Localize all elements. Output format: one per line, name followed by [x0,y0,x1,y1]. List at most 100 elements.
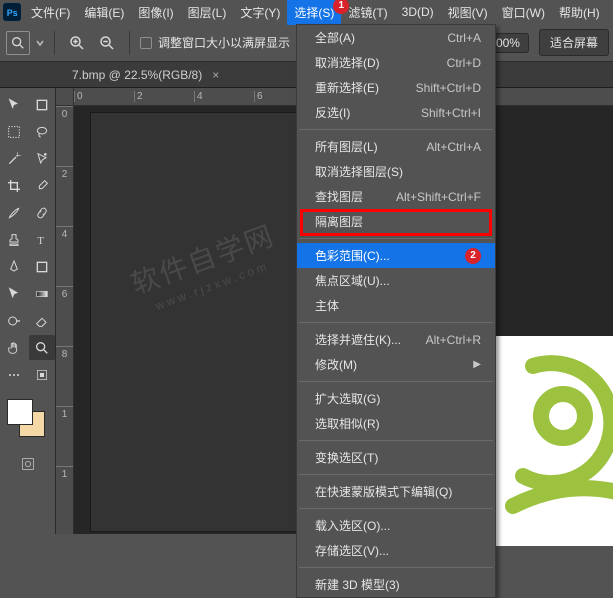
eyedropper-tool-icon[interactable] [29,173,55,198]
menu-item-T[interactable]: 变换选区(T) [297,445,495,470]
ruler-tick: 0 [74,91,134,102]
chevron-down-icon[interactable] [36,38,44,48]
text-tool-icon[interactable]: T [29,227,55,252]
menu-item-3D3[interactable]: 新建 3D 模型(3) [297,572,495,597]
menu-item-label: 在快速蒙版模式下编辑(Q) [315,483,452,500]
toolbox: T [0,88,56,534]
svg-text:Ps: Ps [7,8,18,18]
ruler-tick: 4 [194,91,254,102]
menu-filter[interactable]: 滤镜(T) [341,0,394,25]
menu-item-label: 所有图层(L) [315,138,378,155]
menu-item-label: 隔离图层 [315,213,363,230]
zoom-in-icon[interactable] [65,31,89,55]
lasso-tool-icon[interactable] [29,119,55,144]
hand-tool-icon[interactable] [1,335,27,360]
menu-separator [299,567,493,568]
ruler-vertical: 0 2 4 6 8 1 1 [56,106,74,534]
menu-type[interactable]: 文字(Y) [233,0,287,25]
fit-screen-button[interactable]: 适合屏幕 [539,29,609,56]
menu-image[interactable]: 图像(I) [131,0,180,25]
menu-item-label: 全部(A) [315,29,355,46]
brush-tool-icon[interactable] [1,200,27,225]
document-tab[interactable]: 7.bmp @ 22.5%(RGB/8) × [62,63,229,87]
menu-shortcut: Ctrl+D [447,56,481,70]
menu-item-E[interactable]: 重新选择(E)Shift+Ctrl+D [297,75,495,100]
foreground-color-swatch[interactable] [7,399,33,425]
menu-separator [299,440,493,441]
close-tab-icon[interactable]: × [212,68,219,82]
menu-item-K[interactable]: 选择并遮住(K)...Alt+Ctrl+R [297,327,495,352]
color-swatches[interactable] [5,397,51,443]
menu-3d[interactable]: 3D(D) [395,1,441,23]
menu-shortcut: Shift+Ctrl+D [416,81,481,95]
canvas[interactable] [90,112,320,532]
menu-item-label: 存储选区(V)... [315,542,389,559]
menu-separator [299,508,493,509]
canvas-white-area [493,336,613,546]
select-menu-dropdown: 全部(A)Ctrl+A 取消选择(D) Ctrl+D 重新选择(E)Shift+Ctr… [296,24,496,598]
menu-item-V[interactable]: 存储选区(V)... [297,538,495,563]
menu-separator [299,129,493,130]
menu-edit[interactable]: 编辑(E) [77,0,131,25]
ruler-corner [56,88,74,106]
menu-item-Q[interactable]: 在快速蒙版模式下编辑(Q) [297,479,495,504]
menu-item-I[interactable]: 反选(I)Shift+Ctrl+I [297,100,495,125]
menu-window[interactable]: 窗口(W) [495,0,552,25]
menu-item-A[interactable]: 全部(A)Ctrl+A [297,25,495,50]
ruler-tick: 1 [56,406,73,466]
separator [129,31,130,55]
zoom-tool-icon[interactable] [29,335,55,360]
shape-tool-icon[interactable] [29,254,55,279]
marquee-tool-icon[interactable] [1,119,27,144]
menu-item-L[interactable]: 所有图层(L)Alt+Ctrl+A [297,134,495,159]
menu-item-label: 选取相似(R) [315,415,380,432]
gradient-tool-icon[interactable] [29,281,55,306]
submenu-arrow-icon: ▶ [473,359,481,370]
menu-item-G[interactable]: 扩大选取(G) [297,386,495,411]
menu-layer[interactable]: 图层(L) [181,0,234,25]
document-tab-title: 7.bmp @ 22.5%(RGB/8) [72,68,202,82]
menu-item-U[interactable]: 焦点区域(U)... [297,268,495,293]
menu-item-[interactable]: 主体 [297,293,495,318]
path-select-tool-icon[interactable] [1,281,27,306]
menu-separator [299,322,493,323]
zoom-out-icon[interactable] [95,31,119,55]
artboard-tool-icon[interactable] [29,92,55,117]
menu-item-R[interactable]: 选取相似(R) [297,411,495,436]
menu-bar: Ps 文件(F) 编辑(E) 图像(I) 图层(L) 文字(Y) 选择(S) 1… [0,0,613,24]
ruler-tick: 2 [56,166,73,226]
menu-item-C[interactable]: 色彩范围(C)...2 [297,243,495,268]
menu-item-label: 选择并遮住(K)... [315,331,401,348]
menu-item-label: 取消选择(D) [315,54,380,71]
menu-item-[interactable]: 查找图层Alt+Shift+Ctrl+F [297,184,495,209]
menu-item-M[interactable]: 修改(M)▶ [297,352,495,377]
crop-tool-icon[interactable] [1,173,27,198]
menu-item-label: 取消选择图层(S) [315,163,403,180]
eraser-tool-icon[interactable] [29,308,55,333]
menu-item-label: 焦点区域(U)... [315,272,390,289]
dodge-tool-icon[interactable] [1,308,27,333]
stamp-tool-icon[interactable] [1,227,27,252]
resize-window-label: 调整窗口大小以满屏显示 [158,34,290,51]
healing-tool-icon[interactable] [29,200,55,225]
menu-item-S[interactable]: 取消选择图层(S) [297,159,495,184]
menu-item-D[interactable]: 取消选择(D) Ctrl+D [297,50,495,75]
menu-item-label: 查找图层 [315,188,363,205]
menu-view[interactable]: 视图(V) [441,0,495,25]
menu-item-O[interactable]: 载入选区(O)... [297,513,495,538]
pen-tool-icon[interactable] [1,254,27,279]
quick-select-tool-icon[interactable] [29,146,55,171]
resize-window-checkbox[interactable] [140,37,152,49]
menu-help[interactable]: 帮助(H) [552,0,607,25]
menu-item-[interactable]: 隔离图层 [297,209,495,234]
zoom-tool-preset-icon[interactable] [6,31,30,55]
menu-item-label: 新建 3D 模型(3) [315,576,400,593]
move-tool-icon[interactable] [1,92,27,117]
menu-file[interactable]: 文件(F) [24,0,77,25]
edit-toolbar-icon[interactable] [29,362,55,387]
menu-select[interactable]: 选择(S) 1 [287,0,341,25]
more-tools-icon[interactable] [1,362,27,387]
magic-wand-tool-icon[interactable] [1,146,27,171]
menu-separator [299,238,493,239]
quick-mask-icon[interactable] [15,451,41,476]
